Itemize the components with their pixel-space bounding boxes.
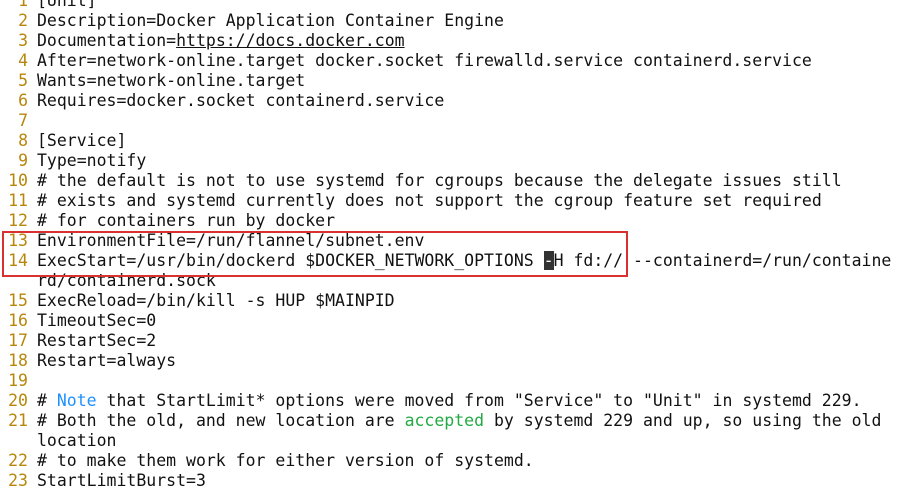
line-number: 22 — [8, 451, 28, 470]
line-number: 1 — [18, 0, 28, 10]
line-text-prefix: # — [37, 391, 57, 410]
documentation-link[interactable]: https://docs.docker.com — [176, 31, 404, 50]
line-text — [28, 111, 918, 131]
code-line: 9 Type=notify — [0, 151, 918, 171]
line-number: 17 — [8, 331, 28, 350]
line-text-suffix: H fd:// --containerd=/run/containe — [553, 251, 892, 270]
code-line: 12 # for containers run by docker — [0, 211, 918, 231]
line-text: # for containers run by docker — [37, 211, 336, 230]
code-line: 19 — [0, 371, 918, 391]
code-line: 18 Restart=always — [0, 351, 918, 371]
code-line: 16 TimeoutSec=0 — [0, 311, 918, 331]
code-line-wrap: rd/containerd.sock — [0, 271, 918, 291]
line-text: # Note that StartLimit* options were mov… — [28, 391, 918, 411]
line-number: 9 — [18, 151, 28, 170]
line-number: 14 — [8, 251, 28, 270]
line-number: 23 — [8, 471, 28, 490]
line-text: Description=Docker Application Container… — [37, 11, 504, 30]
line-number: 21 — [8, 411, 28, 430]
line-number: 3 — [18, 31, 28, 50]
code-line: 17 RestartSec=2 — [0, 331, 918, 351]
code-line: 5 Wants=network-online.target — [0, 71, 918, 91]
line-number: 18 — [8, 351, 28, 370]
line-text — [28, 371, 918, 391]
line-text: ExecStart=/usr/bin/dockerd $DOCKER_NETWO… — [28, 251, 918, 271]
line-text: Restart=always — [37, 351, 177, 370]
code-line-wrap: location — [0, 431, 918, 451]
line-text: ExecReload=/bin/kill -s HUP $MAINPID — [37, 291, 395, 310]
line-text-prefix: # Both the old, and new location are — [37, 411, 405, 430]
line-number: 5 — [18, 71, 28, 90]
code-line: 23 StartLimitBurst=3 — [0, 471, 918, 491]
line-text-wrapped: location — [37, 431, 117, 450]
code-line: 7 — [0, 111, 918, 131]
line-text-suffix: by systemd 229 and up, so using the old — [484, 411, 882, 430]
code-line: 15 ExecReload=/bin/kill -s HUP $MAINPID — [0, 291, 918, 311]
code-line: 4 After=network-online.target docker.sock… — [0, 51, 918, 71]
line-text: StartLimitBurst=3 — [37, 471, 206, 490]
code-line: 22 # to make them work for either version… — [0, 451, 918, 471]
line-number: 11 — [8, 191, 28, 210]
code-line: 10 # the default is not to use systemd fo… — [0, 171, 918, 191]
line-text-prefix: ExecStart=/usr/bin/dockerd $DOCKER_NETWO… — [37, 251, 544, 270]
code-line: 13 EnvironmentFile=/run/flannel/subnet.en… — [0, 231, 918, 251]
line-text: Type=notify — [37, 151, 147, 170]
line-text: # Both the old, and new location are acc… — [28, 411, 918, 431]
line-text: # exists and systemd currently does not … — [37, 191, 822, 210]
line-number: 6 — [18, 91, 28, 110]
line-text: Wants=network-online.target — [37, 71, 306, 90]
code-line: 21 # Both the old, and new location are a… — [0, 411, 918, 431]
line-text-wrapped: rd/containerd.sock — [37, 271, 216, 290]
line-text: # to make them work for either version o… — [37, 451, 534, 470]
code-line: 1 [Unit] — [0, 0, 918, 11]
line-text: TimeoutSec=0 — [37, 311, 157, 330]
line-number: 12 — [8, 211, 28, 230]
line-text: Requires=docker.socket containerd.servic… — [37, 91, 445, 110]
line-text: [Unit] — [37, 0, 97, 10]
line-number: 2 — [18, 11, 28, 30]
line-number: 13 — [8, 231, 28, 250]
code-line: 11 # exists and systemd currently does no… — [0, 191, 918, 211]
line-text-prefix: Documentation= — [37, 31, 177, 50]
code-line: 2 Description=Docker Application Containe… — [0, 11, 918, 31]
line-text-suffix: that StartLimit* options were moved from… — [96, 391, 862, 410]
line-number: 10 — [8, 171, 28, 190]
line-text: RestartSec=2 — [37, 331, 157, 350]
code-line: 14 ExecStart=/usr/bin/dockerd $DOCKER_NET… — [0, 251, 918, 271]
code-line: 3 Documentation=https://docs.docker.com — [0, 31, 918, 51]
line-number: 15 — [8, 291, 28, 310]
line-text: [Service] — [37, 131, 127, 150]
line-text: # the default is not to use systemd for … — [37, 171, 842, 190]
text-cursor: - — [543, 251, 554, 270]
line-text: After=network-online.target docker.socke… — [37, 51, 812, 70]
code-line: 6 Requires=docker.socket containerd.servi… — [0, 91, 918, 111]
line-number: 19 — [8, 371, 28, 390]
code-editor[interactable]: 1 [Unit] 2 Description=Docker Application … — [0, 0, 918, 491]
code-line: 8 [Service] — [0, 131, 918, 151]
code-line: 20 # Note that StartLimit* options were m… — [0, 391, 918, 411]
line-number-blank — [0, 431, 28, 451]
line-text: EnvironmentFile=/run/flannel/subnet.env — [37, 231, 425, 250]
line-number: 8 — [18, 131, 28, 150]
line-number: 16 — [8, 311, 28, 330]
line-text: Documentation=https://docs.docker.com — [28, 31, 918, 51]
line-number-blank — [0, 271, 28, 291]
line-number: 4 — [18, 51, 28, 70]
line-number: 7 — [18, 111, 28, 130]
accepted-keyword: accepted — [404, 411, 485, 430]
note-keyword: Note — [56, 391, 97, 410]
line-number: 20 — [8, 391, 28, 410]
